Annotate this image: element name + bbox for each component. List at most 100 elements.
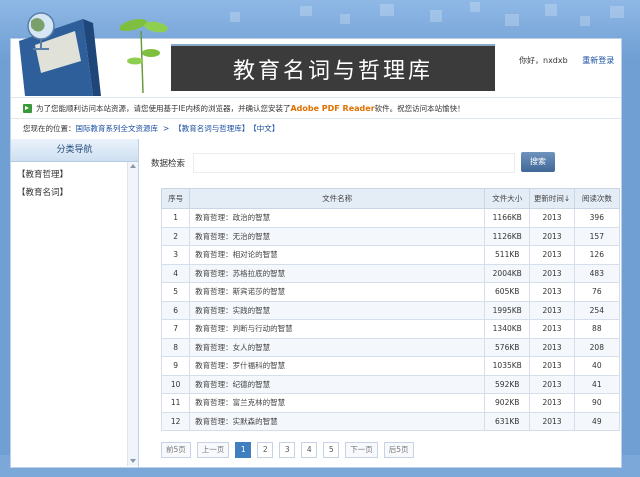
update-time: 2013 <box>529 208 575 228</box>
notice-bar: 为了您能顺利访问本站资源，请您使用基于IE内核的浏览器，并确认您安装了Adobe… <box>11 97 621 119</box>
table-row: 1 教育哲理：政治的智慧 1166KB 2013 396 <box>160 208 621 228</box>
file-name-link[interactable]: 教育哲理：苏格拉底的智慧 <box>189 263 486 283</box>
file-name-link[interactable]: 教育哲理：实践的智慧 <box>189 300 486 320</box>
update-time: 2013 <box>529 337 575 357</box>
read-count: 396 <box>573 208 621 228</box>
update-time: 2013 <box>529 282 575 302</box>
background-tile <box>380 4 394 16</box>
sidebar-item-philosophy[interactable]: 【教育哲理】 <box>17 168 138 180</box>
main-content: 数据检索 搜索 序号 文件名称 文件大小 更新时间↓ 阅读次数 1 教育哲理：政治… <box>147 139 621 467</box>
site-title: 教育名词与哲理库 <box>232 58 433 84</box>
file-size: 1166KB <box>484 208 531 228</box>
plant-icon <box>119 18 168 94</box>
update-time: 2013 <box>529 356 575 376</box>
read-count: 88 <box>573 319 621 339</box>
file-size: 2004KB <box>484 263 531 283</box>
update-time: 2013 <box>529 319 575 339</box>
read-count: 49 <box>573 411 621 431</box>
update-time: 2013 <box>529 263 575 283</box>
table-row: 12 教育哲理：实默森的智慧 631KB 2013 49 <box>160 411 621 431</box>
sidebar-item-terms[interactable]: 【教育名词】 <box>17 186 138 198</box>
file-name-link[interactable]: 教育哲理：纪德的智慧 <box>189 374 486 394</box>
file-size: 576KB <box>484 337 531 357</box>
update-time: 2013 <box>529 393 575 413</box>
relogin-link[interactable]: 重新登录 <box>582 56 614 65</box>
table-row: 5 教育哲理：斯宾诺莎的智慧 605KB 2013 76 <box>160 282 621 302</box>
table-body: 1 教育哲理：政治的智慧 1166KB 2013 396 2 教育哲理：无治的智慧 1126K… <box>160 208 621 431</box>
file-name-link[interactable]: 教育哲理：富兰克林的智慧 <box>189 393 486 413</box>
page-1-button[interactable]: 1 <box>235 442 252 458</box>
file-name-link[interactable]: 教育哲理：实默森的智慧 <box>189 411 486 431</box>
background-tile <box>300 6 312 16</box>
background-tile <box>470 2 480 12</box>
next-5-pages-button[interactable]: 后5页 <box>383 442 414 458</box>
scroll-up-icon[interactable] <box>130 164 136 168</box>
background-tile <box>610 6 624 18</box>
file-name-link[interactable]: 教育哲理：政治的智慧 <box>189 208 486 228</box>
sidebar-scrollbar[interactable] <box>127 162 138 466</box>
user-box: 你好，nxdxb 重新登录 <box>519 55 614 66</box>
site-banner: 教育名词与哲理库 <box>171 44 495 91</box>
background-tile <box>580 16 590 26</box>
page-3-button[interactable]: 3 <box>279 442 296 458</box>
background-tile <box>340 14 350 24</box>
file-name-link[interactable]: 教育哲理：判断与行动的智慧 <box>189 319 486 339</box>
col-header-reads[interactable]: 阅读次数 <box>573 188 621 209</box>
read-count: 40 <box>573 356 621 376</box>
row-index: 4 <box>160 263 191 283</box>
table-row: 9 教育哲理：罗什福科的智慧 1035KB 2013 40 <box>160 356 621 376</box>
background-tile <box>545 4 557 16</box>
update-time: 2013 <box>529 411 575 431</box>
breadcrumb-link-series[interactable]: 国际教育系列全文资源库 <box>76 123 159 134</box>
page-5-button[interactable]: 5 <box>323 442 340 458</box>
file-size: 605KB <box>484 282 531 302</box>
user-greeting: 你好，nxdxb <box>519 56 568 65</box>
table-row: 2 教育哲理：无治的智慧 1126KB 2013 157 <box>160 226 621 246</box>
file-name-link[interactable]: 教育哲理：斯宾诺莎的智慧 <box>189 282 486 302</box>
search-label: 数据检索 <box>151 159 186 169</box>
file-size: 1126KB <box>484 226 531 246</box>
search-button[interactable]: 搜索 <box>521 152 555 172</box>
update-time: 2013 <box>529 245 575 265</box>
row-index: 7 <box>160 319 191 339</box>
page-4-button[interactable]: 4 <box>301 442 318 458</box>
file-table: 序号 文件名称 文件大小 更新时间↓ 阅读次数 1 教育哲理：政治的智慧 1166K… <box>160 188 621 431</box>
read-count: 41 <box>573 374 621 394</box>
row-index: 6 <box>160 300 191 320</box>
row-index: 9 <box>160 356 191 376</box>
file-name-link[interactable]: 教育哲理：女人的智慧 <box>189 337 486 357</box>
file-size: 511KB <box>484 245 531 265</box>
file-name-link[interactable]: 教育哲理：无治的智慧 <box>189 226 486 246</box>
next-page-button[interactable]: 下一页 <box>345 442 378 458</box>
breadcrumb-link-library[interactable]: 【教育名词与哲理库】 <box>174 123 249 134</box>
header-decoration-icon <box>19 12 168 96</box>
file-size: 592KB <box>484 374 531 394</box>
file-size: 902KB <box>484 393 531 413</box>
table-row: 10 教育哲理：纪德的智慧 592KB 2013 41 <box>160 374 621 394</box>
table-row: 6 教育哲理：实践的智慧 1995KB 2013 254 <box>160 300 621 320</box>
notice-text-after: 软件。祝您访问本站愉快！ <box>374 103 465 113</box>
search-input[interactable] <box>193 153 516 173</box>
table-row: 11 教育哲理：富兰克林的智慧 902KB 2013 90 <box>160 393 621 413</box>
table-row: 8 教育哲理：女人的智慧 576KB 2013 208 <box>160 337 621 357</box>
col-header-index: 序号 <box>160 188 191 209</box>
file-size: 631KB <box>484 411 531 431</box>
col-header-size[interactable]: 文件大小 <box>484 188 531 209</box>
prev-5-pages-button[interactable]: 前5页 <box>161 442 191 458</box>
file-name-link[interactable]: 教育哲理：相对论的智慧 <box>189 245 486 265</box>
col-header-name: 文件名称 <box>189 188 486 209</box>
read-count: 483 <box>573 263 621 283</box>
row-index: 10 <box>160 374 191 394</box>
read-count: 208 <box>573 337 621 357</box>
pdf-reader-link[interactable]: Adobe PDF Reader <box>290 104 374 113</box>
row-index: 1 <box>160 208 191 228</box>
row-index: 11 <box>160 393 191 413</box>
col-header-updated[interactable]: 更新时间↓ <box>529 188 575 209</box>
file-name-link[interactable]: 教育哲理：罗什福科的智慧 <box>189 356 486 376</box>
breadcrumb-separator: > <box>163 123 170 133</box>
page-2-button[interactable]: 2 <box>257 442 274 458</box>
prev-page-button[interactable]: 上一页 <box>196 442 230 458</box>
breadcrumb-link-chinese[interactable]: 【中文】 <box>249 123 279 134</box>
background-tile <box>430 10 442 22</box>
scroll-down-icon[interactable] <box>130 459 136 463</box>
